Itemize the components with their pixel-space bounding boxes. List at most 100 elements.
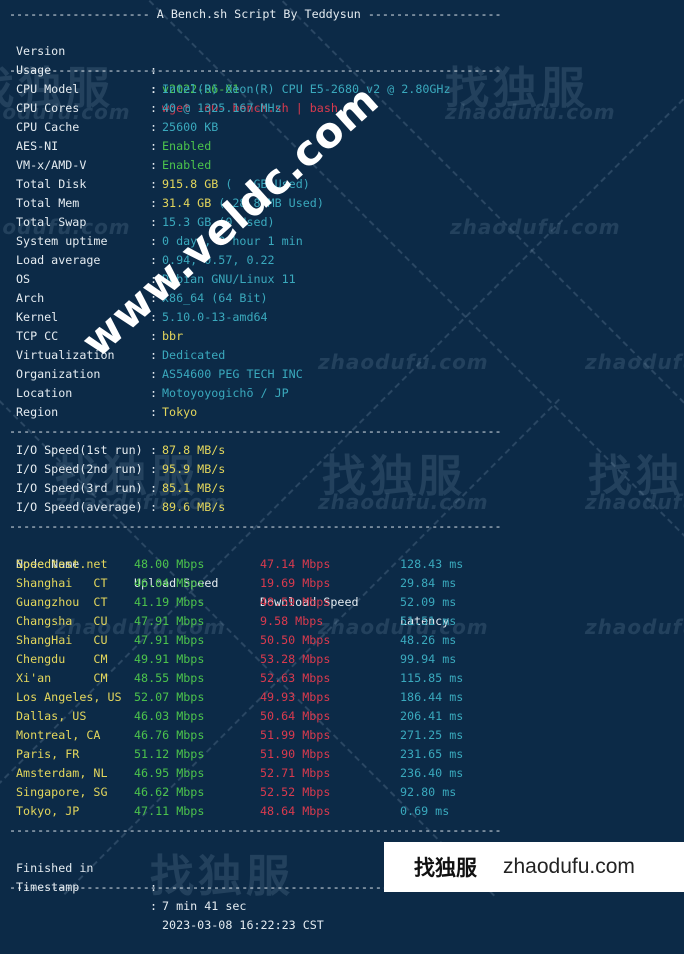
download-speed: 52.52 Mbps bbox=[260, 785, 331, 799]
upload-speed: 46.95 Mbps bbox=[134, 766, 205, 780]
colon: : bbox=[150, 462, 158, 476]
info-value-wrap: Motoyoyogichō / JP bbox=[162, 384, 289, 403]
info-value-wrap: 40 @ 1325.167 MHz bbox=[162, 99, 282, 118]
watermark-en: zhaodufu.com bbox=[585, 490, 684, 514]
info-label: CPU Cache bbox=[16, 120, 80, 134]
info-value: Debian GNU/Linux 11 bbox=[162, 272, 296, 286]
io-value: 85.1 MB/s bbox=[162, 481, 226, 495]
info-value-wrap: bbr bbox=[162, 327, 183, 346]
info-value: 15.3 GB (0 Used) bbox=[162, 215, 275, 229]
colon: : bbox=[150, 215, 158, 229]
download-speed: 9.58 Mbps bbox=[260, 614, 324, 628]
latency: 231.65 ms bbox=[400, 747, 464, 761]
info-value: 0 days, 0 hour 1 min bbox=[162, 234, 303, 248]
info-label: Total Swap bbox=[16, 215, 87, 229]
info-value: 31.4 GB bbox=[162, 196, 212, 210]
info-value: 25600 KB bbox=[162, 120, 219, 134]
colon: : bbox=[150, 899, 158, 913]
info-label: Region bbox=[16, 405, 59, 419]
colon: : bbox=[150, 310, 158, 324]
download-speed: 52.71 Mbps bbox=[260, 766, 331, 780]
info-label: Load average bbox=[16, 253, 101, 267]
colon: : bbox=[150, 500, 158, 514]
download-speed: 19.69 Mbps bbox=[260, 576, 331, 590]
node-name: Dallas, US bbox=[16, 709, 87, 723]
io-label: I/O Speed(1st run) bbox=[16, 443, 143, 457]
info-value: Enabled bbox=[162, 139, 212, 153]
node-name: Chengdu CM bbox=[16, 652, 108, 666]
watermark-cn: 找独服 bbox=[322, 451, 466, 502]
latency: 92.80 ms bbox=[400, 785, 457, 799]
node-name: Xi'an CM bbox=[16, 671, 108, 685]
download-speed: 51.99 Mbps bbox=[260, 728, 331, 742]
separator-line: ----------------------------------------… bbox=[9, 519, 502, 533]
info-value: Tokyo bbox=[162, 405, 198, 419]
info-value: 0.94, 0.57, 0.22 bbox=[162, 253, 275, 267]
upload-speed: 46.03 Mbps bbox=[134, 709, 205, 723]
latency: 271.25 ms bbox=[400, 728, 464, 742]
upload-speed: 46.04 Mbps bbox=[134, 576, 205, 590]
info-row-version: Version : v2022-06-01 bbox=[9, 23, 239, 96]
info-value-wrap: 5.10.0-13-amd64 bbox=[162, 308, 268, 327]
upload-speed: 46.62 Mbps bbox=[134, 785, 205, 799]
latency: 206.41 ms bbox=[400, 709, 464, 723]
upload-speed: 49.91 Mbps bbox=[134, 652, 205, 666]
upload-speed: 41.19 Mbps bbox=[134, 595, 205, 609]
info-value-extra: ( 28.8 MB Used) bbox=[211, 196, 324, 210]
info-label: TCP CC bbox=[16, 329, 59, 343]
info-value: 40 @ 1325.167 MHz bbox=[162, 101, 282, 115]
colon: : bbox=[150, 158, 158, 172]
upload-speed: 51.12 Mbps bbox=[134, 747, 205, 761]
colon: : bbox=[150, 177, 158, 191]
info-label: Virtualization bbox=[16, 348, 115, 362]
info-value-wrap: 915.8 GB ( GB Used) bbox=[162, 175, 310, 194]
footer-value: 7 min 41 sec bbox=[162, 899, 247, 913]
info-label: Arch bbox=[16, 291, 45, 305]
colon: : bbox=[150, 82, 158, 96]
download-speed: 51.90 Mbps bbox=[260, 747, 331, 761]
terminal-output: 找独服 zhaodufu.com 找独服 zhaodufu.com zhaodu… bbox=[0, 0, 684, 932]
io-label: I/O Speed(average) bbox=[16, 500, 143, 514]
upload-speed: 47.91 Mbps bbox=[134, 614, 205, 628]
footer-value: 2023-03-08 16:22:23 CST bbox=[162, 918, 324, 932]
io-label: I/O Speed(3rd run) bbox=[16, 481, 143, 495]
info-value-wrap: Debian GNU/Linux 11 bbox=[162, 270, 296, 289]
speed-table-header: Node Name Upload Speed Download Speed La… bbox=[9, 536, 449, 628]
node-name: Tokyo, JP bbox=[16, 804, 80, 818]
watermark-en: zhaodufu.com bbox=[318, 350, 489, 374]
io-value: 95.9 MB/s bbox=[162, 462, 226, 476]
colon: : bbox=[150, 348, 158, 362]
info-value: Dedicated bbox=[162, 348, 226, 362]
node-name: Speedtest.net bbox=[16, 557, 108, 571]
info-value-wrap: 25600 KB bbox=[162, 118, 218, 137]
info-value: bbr bbox=[162, 329, 184, 343]
colon: : bbox=[150, 386, 158, 400]
brand-box: 找独服 zhaodufu.com bbox=[384, 842, 684, 892]
info-value: x86_64 (64 Bit) bbox=[162, 291, 268, 305]
colon: : bbox=[150, 196, 158, 210]
footer-row-finished: Finished in : 7 min 41 sec bbox=[9, 840, 246, 913]
info-row-usage: Usage : wget -qO- bench.sh | bash bbox=[9, 42, 338, 115]
upload-speed: 47.91 Mbps bbox=[134, 633, 205, 647]
separator-line: ----------------------------------------… bbox=[9, 823, 502, 837]
info-value-wrap: 0.94, 0.57, 0.22 bbox=[162, 251, 275, 270]
latency: 51.51 ms bbox=[400, 614, 457, 628]
info-label: VM-x/AMD-V bbox=[16, 158, 87, 172]
info-value: Enabled bbox=[162, 158, 212, 172]
upload-speed: 48.55 Mbps bbox=[134, 671, 205, 685]
colon: : bbox=[150, 120, 158, 134]
colon: : bbox=[150, 443, 158, 457]
colon: : bbox=[150, 272, 158, 286]
node-name: ShangHai CU bbox=[16, 633, 108, 647]
download-speed: 50.50 Mbps bbox=[260, 633, 331, 647]
io-value: 87.8 MB/s bbox=[162, 443, 226, 457]
watermark-en: zhaodufu.com bbox=[585, 350, 684, 374]
brand-name-cn: 找独服 bbox=[414, 856, 477, 880]
colon: : bbox=[150, 253, 158, 267]
footer-row-timestamp: Timestamp : 2023-03-08 16:22:23 CST bbox=[9, 859, 324, 932]
latency: 99.94 ms bbox=[400, 652, 457, 666]
node-name: Los Angeles, US bbox=[16, 690, 122, 704]
download-speed: 49.93 Mbps bbox=[260, 690, 331, 704]
info-value: AS54600 PEG TECH INC bbox=[162, 367, 303, 381]
node-name: Shanghai CT bbox=[16, 576, 108, 590]
